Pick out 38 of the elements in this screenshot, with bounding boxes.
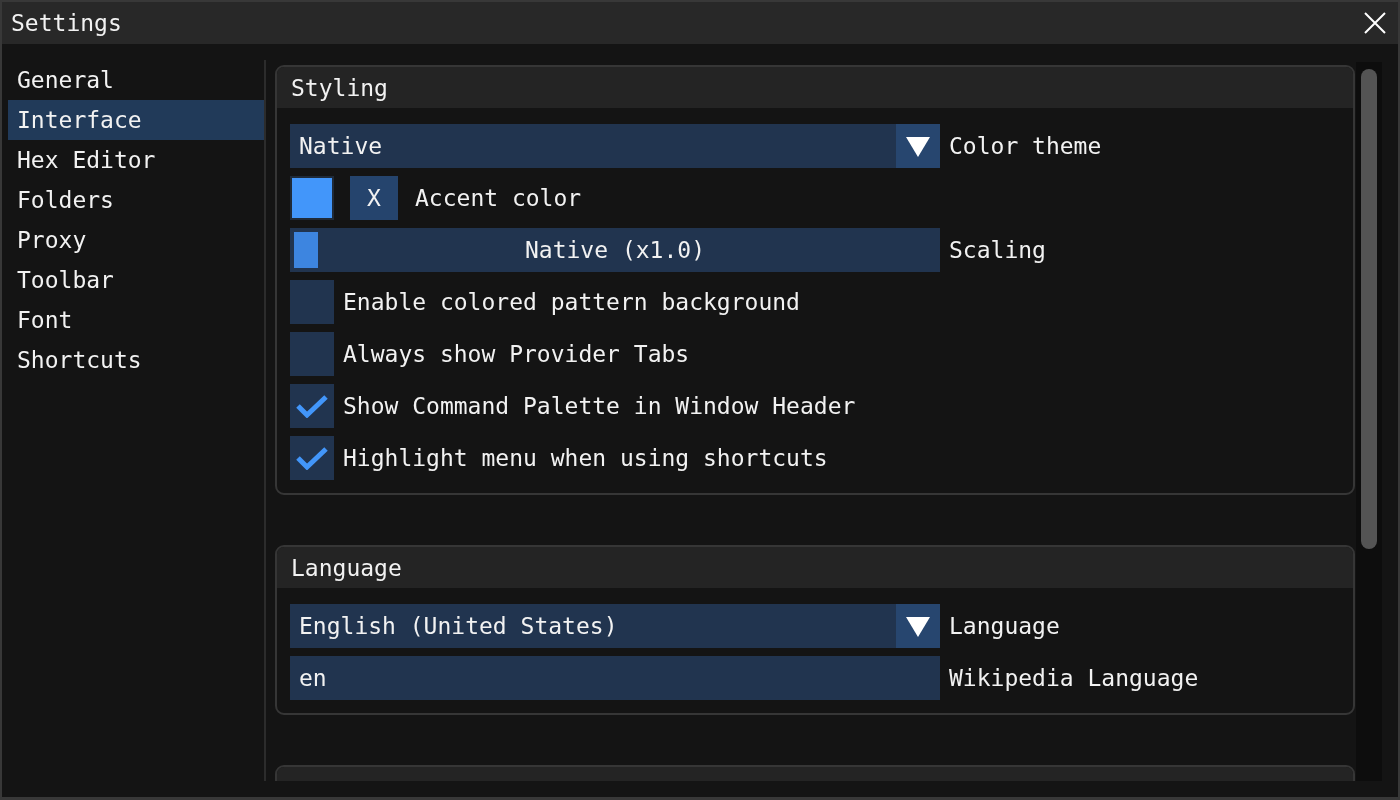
slider-track[interactable]: Native (x1.0) [290,228,940,272]
setting-label: Language [949,613,1060,639]
checkbox[interactable] [290,332,334,376]
setting-label: Color theme [949,133,1102,159]
slider-thumb[interactable] [294,232,318,268]
sidebar-item[interactable]: Shortcuts [8,340,264,380]
sidebar-item[interactable]: Hex Editor [8,140,264,180]
check-icon [295,446,329,470]
caret-icon[interactable] [896,604,940,648]
setting-label: Scaling [949,237,1046,263]
sidebar-item[interactable]: Folders [8,180,264,220]
setting-label: Accent color [415,185,582,211]
caret-icon[interactable] [896,124,940,168]
checkbox-label: Highlight menu when using shortcuts [343,445,828,471]
sidebar-item[interactable]: Toolbar [8,260,264,300]
section-title: Language [291,554,402,581]
sidebar-item[interactable]: Proxy [8,220,264,260]
check-icon [295,394,329,418]
sidebar-item[interactable]: General [8,60,264,100]
window-title: Settings [11,10,122,36]
input-field[interactable]: en [290,656,940,700]
checkbox[interactable] [290,384,334,428]
reset-button[interactable]: X [350,176,398,220]
color-swatch[interactable] [290,176,334,220]
checkbox[interactable] [290,436,334,480]
close-icon[interactable] [1364,12,1386,34]
scrollbar-thumb[interactable] [1361,69,1377,549]
dropdown[interactable]: Native [290,124,940,168]
sidebar-item[interactable]: Font [8,300,264,340]
setting-label: Wikipedia Language [949,665,1199,691]
sidebar-item[interactable]: Interface [8,100,264,140]
checkbox-label: Enable colored pattern background [343,289,800,315]
scrollbar-track[interactable] [1356,62,1382,781]
checkbox-label: Always show Provider Tabs [343,341,690,367]
checkbox[interactable] [290,280,334,324]
dropdown[interactable]: English (United States) [290,604,940,648]
checkbox-label: Show Command Palette in Window Header [343,393,856,419]
section-title: Styling [291,74,388,101]
